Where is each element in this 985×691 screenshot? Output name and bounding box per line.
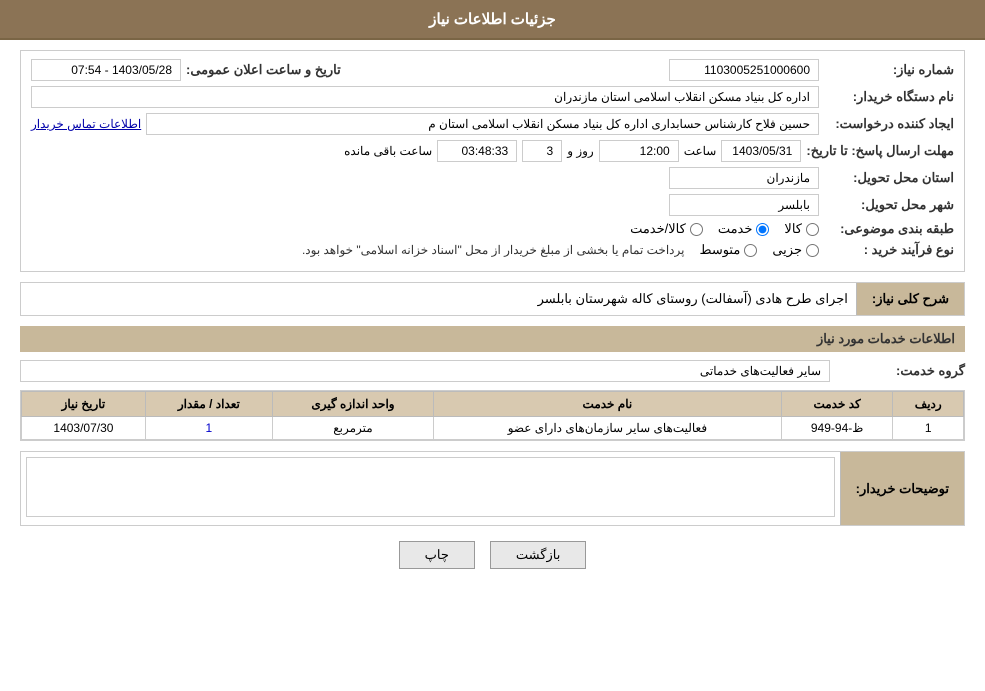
grooh-label: گروه خدمت: <box>835 363 965 379</box>
radio-motavaset[interactable] <box>744 244 757 257</box>
radio-kala-label: کالا <box>784 221 802 237</box>
radio-kala[interactable] <box>806 223 819 236</box>
tozihat-content <box>21 452 840 525</box>
cell-tarikh: 1403/07/30 <box>22 417 146 440</box>
radio-motavaset-item: متوسط <box>699 242 757 258</box>
col-kod: کد خدمت <box>781 392 893 417</box>
cell-vahed: مترمربع <box>272 417 433 440</box>
noefaaryand-row: نوع فرآیند خرید : جزیی متوسط پرداخت تمام… <box>31 242 954 258</box>
services-table: ردیف کد خدمت نام خدمت واحد اندازه گیری ت… <box>21 391 964 440</box>
mohlat-baghimande-label: ساعت باقی مانده <box>344 144 432 158</box>
services-table-section: ردیف کد خدمت نام خدمت واحد اندازه گیری ت… <box>20 390 965 441</box>
namdastgah-label: نام دستگاه خریدار: <box>824 89 954 105</box>
col-radif: ردیف <box>893 392 964 417</box>
radio-khedmat-label: خدمت <box>718 221 753 237</box>
radio-khedmat-item: خدمت <box>718 221 770 237</box>
mohlat-roz-label: روز و <box>567 144 594 158</box>
ostan-value: مازندران <box>669 167 819 189</box>
noefarayand-radio-group: جزیی متوسط <box>699 242 819 258</box>
ijadkonande-row: ایجاد کننده درخواست: حسین فلاح کارشناس ح… <box>31 113 954 135</box>
radio-jozei[interactable] <box>806 244 819 257</box>
radio-motavaset-label: متوسط <box>699 242 740 258</box>
shahr-row: شهر محل تحویل: بابلسر <box>31 194 954 216</box>
tarikh-value: 1403/05/28 - 07:54 <box>31 59 181 81</box>
cell-radif: 1 <box>893 417 964 440</box>
grooh-value: سایر فعالیت‌های خدماتی <box>20 360 830 382</box>
tozihat-textarea[interactable] <box>26 457 835 517</box>
col-vahed: واحد اندازه گیری <box>272 392 433 417</box>
print-button[interactable]: چاپ <box>399 541 475 569</box>
cell-nam: فعالیت‌های سایر سازمان‌های دارای عضو <box>434 417 782 440</box>
ijadkonande-label: ایجاد کننده درخواست: <box>824 116 954 132</box>
cell-kod: ظ-94-949 <box>781 417 893 440</box>
page-header: جزئیات اطلاعات نیاز <box>0 0 985 40</box>
namdastgah-row: نام دستگاه خریدار: اداره کل بنیاد مسکن ا… <box>31 86 954 108</box>
mohlat-time-label: ساعت <box>684 144 717 158</box>
page-wrapper: جزئیات اطلاعات نیاز شماره نیاز: 11030052… <box>0 0 985 691</box>
tozihat-label-box: توضیحات خریدار: <box>840 452 964 525</box>
col-tedad: تعداد / مقدار <box>145 392 272 417</box>
mohlat-row: مهلت ارسال پاسخ: تا تاریخ: 1403/05/31 سا… <box>31 140 954 162</box>
content-area: شماره نیاز: 1103005251000600 تاریخ و ساع… <box>0 40 985 604</box>
sharh-label: شرح کلی نیاز: <box>872 291 949 307</box>
mohlat-label: مهلت ارسال پاسخ: تا تاریخ: <box>806 143 954 159</box>
mohlat-baghimande: 03:48:33 <box>437 140 517 162</box>
shomare-niaz-value: 1103005251000600 <box>669 59 819 81</box>
khedmat-section-title: اطلاعات خدمات مورد نیاز <box>20 326 965 352</box>
tarikh-label: تاریخ و ساعت اعلان عمومی: <box>186 62 341 78</box>
grooh-row: گروه خدمت: سایر فعالیت‌های خدماتی <box>20 360 965 382</box>
mohlat-roz: 3 <box>522 140 562 162</box>
sharh-section: شرح کلی نیاز: اجرای طرح هادی (آسفالت) رو… <box>20 282 965 316</box>
shahr-label: شهر محل تحویل: <box>824 197 954 213</box>
cell-tedad: 1 <box>145 417 272 440</box>
mohlat-time: 12:00 <box>599 140 679 162</box>
radio-kala-khedmat[interactable] <box>690 223 703 236</box>
radio-kala-item: کالا <box>784 221 819 237</box>
tozihat-section: توضیحات خریدار: <box>20 451 965 526</box>
table-row: 1 ظ-94-949 فعالیت‌های سایر سازمان‌های دا… <box>22 417 964 440</box>
sharh-row: شرح کلی نیاز: اجرای طرح هادی (آسفالت) رو… <box>21 283 964 315</box>
ostan-row: استان محل تحویل: مازندران <box>31 167 954 189</box>
main-info-section: شماره نیاز: 1103005251000600 تاریخ و ساع… <box>20 50 965 272</box>
tabaghebandi-radio-group: کالا خدمت کالا/خدمت <box>630 221 819 237</box>
shahr-value: بابلسر <box>669 194 819 216</box>
shomare-niaz-row: شماره نیاز: 1103005251000600 تاریخ و ساع… <box>31 59 954 81</box>
main-info-content: شماره نیاز: 1103005251000600 تاریخ و ساع… <box>21 51 964 271</box>
col-nam: نام خدمت <box>434 392 782 417</box>
shomare-niaz-label: شماره نیاز: <box>824 62 954 78</box>
radio-jozei-label: جزیی <box>772 242 802 258</box>
radio-kala-khedmat-label: کالا/خدمت <box>630 221 686 237</box>
noefarayand-label: نوع فرآیند خرید : <box>824 242 954 258</box>
sharh-label-box: شرح کلی نیاز: <box>856 283 964 315</box>
col-tarikh: تاریخ نیاز <box>22 392 146 417</box>
namdastgah-value: اداره کل بنیاد مسکن انقلاب اسلامی استان … <box>31 86 819 108</box>
radio-khedmat[interactable] <box>756 223 769 236</box>
mohlat-date: 1403/05/31 <box>721 140 801 162</box>
tozihat-label: توضیحات خریدار: <box>856 481 949 497</box>
ijadkonande-value: حسین فلاح کارشناس حسابداری اداره کل بنیا… <box>146 113 819 135</box>
tabaghebandi-label: طبقه بندی موضوعی: <box>824 221 954 237</box>
ostan-label: استان محل تحویل: <box>824 170 954 186</box>
radio-jozei-item: جزیی <box>772 242 819 258</box>
radio-kala-khedmat-item: کالا/خدمت <box>630 221 703 237</box>
sharh-value: اجرای طرح هادی (آسفالت) روستای کاله شهرس… <box>538 291 848 306</box>
ettelaat-link[interactable]: اطلاعات تماس خریدار <box>31 117 141 131</box>
button-row: بازگشت چاپ <box>20 541 965 584</box>
noefarayand-note: پرداخت تمام یا بخشی از مبلغ خریدار از مح… <box>302 243 685 257</box>
tabaghebandi-row: طبقه بندی موضوعی: کالا خدمت کالا/خدمت <box>31 221 954 237</box>
sharh-content: اجرای طرح هادی (آسفالت) روستای کاله شهرس… <box>21 283 856 315</box>
back-button[interactable]: بازگشت <box>490 541 586 569</box>
page-title: جزئیات اطلاعات نیاز <box>429 11 556 28</box>
